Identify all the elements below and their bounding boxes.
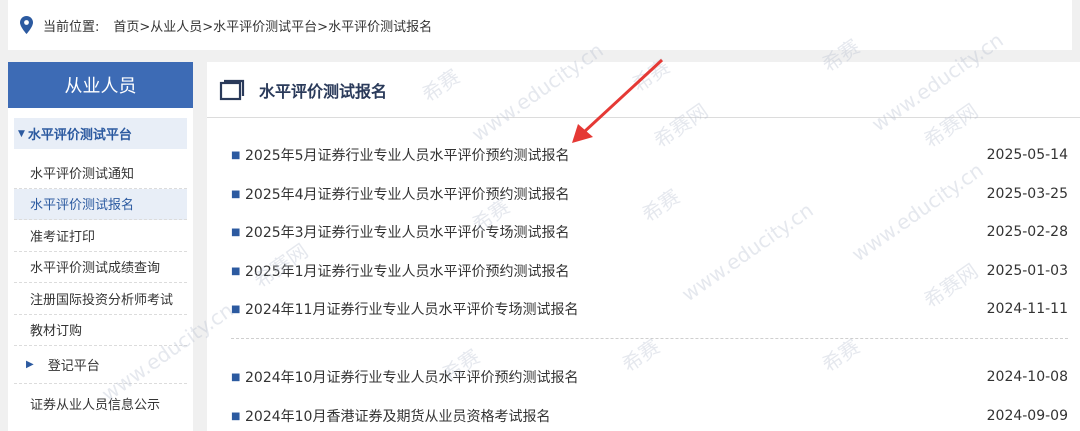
news-date: 2024-11-11 — [986, 301, 1068, 317]
news-date: 2025-02-28 — [986, 224, 1068, 240]
news-title[interactable]: 2025年3月证券行业专业人员水平评价专场测试报名 — [245, 222, 987, 242]
list-item[interactable]: ■ 2025年3月证券行业专业人员水平评价专场测试报名 2025-02-28 — [231, 220, 1068, 244]
bullet-icon: ■ — [231, 371, 241, 383]
news-date: 2025-03-25 — [986, 186, 1068, 202]
list-item[interactable]: ■ 2024年10月证券行业专业人员水平评价预约测试报名 2024-10-08 — [231, 365, 1068, 389]
news-date: 2025-01-03 — [986, 263, 1068, 279]
caret-right-icon: ▶ — [26, 359, 34, 370]
sidebar-group-eval-platform[interactable]: ▼ 水平评价测试平台 — [14, 118, 187, 149]
main-panel: 水平评价测试报名 ■ 2025年5月证券行业专业人员水平评价预约测试报名 202… — [207, 62, 1080, 431]
list-divider — [231, 338, 1068, 339]
page-title: 水平评价测试报名 — [259, 81, 388, 101]
breadcrumb[interactable]: 首页>从业人员>水平评价测试平台>水平评价测试报名 — [113, 16, 432, 35]
bullet-icon: ■ — [231, 188, 241, 200]
breadcrumb-bar: 当前位置: 首页>从业人员>水平评价测试平台>水平评价测试报名 — [8, 0, 1072, 50]
list-item[interactable]: ■ 2024年10月香港证券及期货从业员资格考试报名 2024-09-09 — [231, 404, 1068, 428]
sidebar-item-registry-platform[interactable]: ▶ 登记平台 — [14, 346, 187, 384]
list-item[interactable]: ■ 2025年4月证券行业专业人员水平评价预约测试报名 2025-03-25 — [231, 182, 1068, 206]
news-date: 2024-10-08 — [986, 369, 1068, 385]
sidebar-item-score-query[interactable]: 水平评价测试成绩查询 — [14, 252, 187, 283]
bullet-icon: ■ — [231, 265, 241, 277]
news-date: 2025-05-14 — [986, 147, 1068, 163]
sidebar-item-notice[interactable]: 水平评价测试通知 — [14, 157, 187, 189]
news-title[interactable]: 2024年10月香港证券及期货从业员资格考试报名 — [245, 406, 987, 426]
sidebar-platform-label: 登记平台 — [47, 359, 100, 374]
news-title[interactable]: 2025年1月证券行业专业人员水平评价预约测试报名 — [245, 261, 987, 281]
sidebar-items: 水平评价测试通知 水平评价测试报名 准考证打印 水平评价测试成绩查询 注册国际投… — [8, 157, 193, 346]
breadcrumb-label: 当前位置: — [43, 19, 100, 35]
bullet-icon: ■ — [231, 149, 241, 161]
sidebar-item-ciia-exam[interactable]: 注册国际投资分析师考试 — [14, 283, 187, 315]
sidebar-item-admission-print[interactable]: 准考证打印 — [14, 220, 187, 252]
sidebar-header: 从业人员 — [8, 62, 193, 108]
caret-down-icon: ▼ — [18, 128, 25, 139]
main-header: 水平评价测试报名 — [207, 62, 1080, 118]
bullet-icon: ■ — [231, 410, 241, 422]
sidebar-item-info-disclosure[interactable]: 证券从业人员信息公示 — [14, 384, 187, 422]
sidebar-item-textbook-order[interactable]: 教材订购 — [14, 315, 187, 346]
sidebar-item-registration[interactable]: 水平评价测试报名 — [14, 188, 187, 220]
location-pin-icon — [20, 16, 33, 34]
news-date: 2024-09-09 — [986, 408, 1068, 424]
news-title[interactable]: 2025年5月证券行业专业人员水平评价预约测试报名 — [245, 145, 987, 165]
news-title[interactable]: 2025年4月证券行业专业人员水平评价预约测试报名 — [245, 184, 987, 204]
list-item[interactable]: ■ 2025年1月证券行业专业人员水平评价预约测试报名 2025-01-03 — [231, 259, 1068, 283]
bullet-icon: ■ — [231, 303, 241, 315]
document-icon — [219, 79, 245, 100]
sidebar-group-label: 水平评价测试平台 — [27, 128, 132, 143]
list-item[interactable]: ■ 2024年11月证券行业专业人员水平评价专场测试报名 2024-11-11 — [231, 297, 1068, 321]
news-title[interactable]: 2024年10月证券行业专业人员水平评价预约测试报名 — [245, 367, 987, 387]
bullet-icon: ■ — [231, 226, 241, 238]
news-title[interactable]: 2024年11月证券行业专业人员水平评价专场测试报名 — [245, 299, 987, 319]
list-item[interactable]: ■ 2025年5月证券行业专业人员水平评价预约测试报名 2025-05-14 — [231, 143, 1068, 167]
sidebar: 从业人员 ▼ 水平评价测试平台 水平评价测试通知 水平评价测试报名 准考证打印 … — [8, 62, 193, 431]
